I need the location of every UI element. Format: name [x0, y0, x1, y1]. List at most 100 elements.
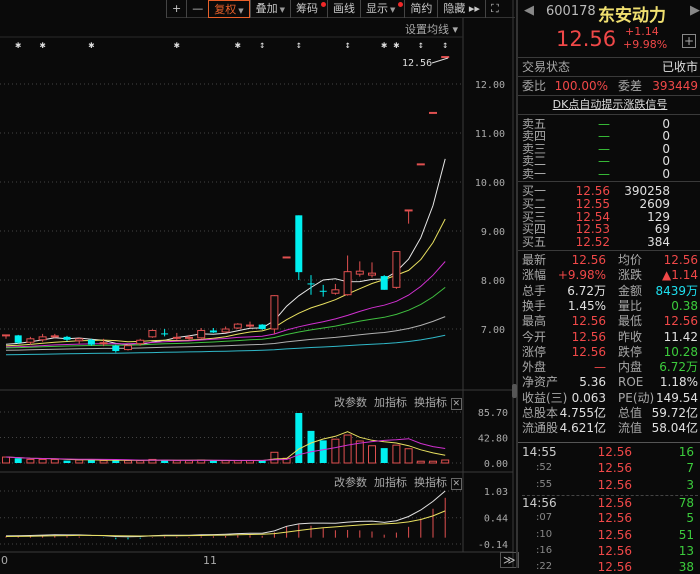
stat-label: 总股本 — [522, 406, 559, 420]
tick-row: :16 12.56 13 — [522, 544, 698, 558]
arrow-marker-icon: ↕ — [296, 40, 302, 51]
tick-time: :07 — [536, 512, 553, 524]
stat-value: 58.04亿 — [651, 421, 698, 436]
candle-body — [355, 270, 364, 275]
tick-price: 12.56 — [597, 461, 632, 476]
candle-body — [221, 328, 230, 333]
stat-value: 0.063 — [571, 390, 606, 405]
date-label: 0 — [1, 554, 8, 567]
ask-row: 卖一 — 0 — [522, 167, 698, 181]
stat-label: 涨跌 — [618, 268, 643, 283]
stat-row: 总股本 4.755亿 总值 59.72亿 — [522, 406, 698, 420]
bid-price: 12.52 — [575, 235, 610, 250]
candle-body — [258, 324, 266, 329]
candle-body — [14, 335, 22, 343]
volume-bar — [14, 458, 22, 463]
stat-row: 流通股 4.621亿 流值 58.04亿 — [522, 421, 698, 435]
stat-value: 1.45% — [567, 298, 606, 313]
tick-row: :07 12.56 5 — [522, 511, 698, 525]
stat-label: 量比 — [618, 298, 643, 313]
stat-label: 最新 — [522, 253, 547, 267]
candle-body — [307, 283, 315, 285]
price-tick-label: 12.00 — [475, 80, 505, 91]
stat-value: 149.54 — [656, 390, 698, 405]
candle-body — [87, 339, 95, 345]
arrow-marker-icon: ↕ — [442, 40, 448, 51]
ma5-line — [5, 158, 446, 346]
volume-tick-label: 42.80 — [478, 434, 508, 445]
switch-indicator-button[interactable]: 换指标 — [414, 396, 447, 409]
change-params-button[interactable]: 改参数 — [334, 396, 367, 409]
candle-body — [404, 209, 413, 212]
volume-ma5-line — [5, 431, 446, 462]
stat-value: 8439万 — [655, 283, 698, 298]
volume-bar — [75, 459, 84, 464]
close-panel-button[interactable]: ✕ — [450, 478, 463, 490]
stat-value: +9.98% — [557, 268, 606, 283]
collapse-handle[interactable] — [512, 384, 517, 398]
stat-value: 4.755亿 — [559, 406, 606, 420]
close-panel-button[interactable]: ✕ — [450, 398, 463, 410]
star-marker-icon: ✱ — [40, 40, 46, 51]
candle-body — [112, 345, 120, 352]
stat-label: 总值 — [618, 406, 643, 420]
stat-value: 11.42 — [663, 329, 698, 344]
tick-time: 14:56 — [522, 495, 557, 510]
candle-body — [197, 329, 206, 339]
order-ratio-label: 委比 — [522, 79, 547, 93]
candle-body — [270, 295, 279, 330]
ma20-line — [5, 261, 446, 348]
volume-bar — [99, 460, 108, 464]
bid-row: 买五 12.52 384 — [522, 235, 698, 249]
tick-price: 12.56 — [597, 560, 632, 574]
order-ratio-value: 100.00% — [554, 79, 608, 93]
tick-time: :16 — [536, 544, 553, 556]
candle-body — [331, 289, 340, 294]
volume-bar — [38, 458, 47, 464]
stat-label: ROE — [618, 375, 644, 390]
trade-status-label: 交易状态 — [522, 60, 571, 74]
tick-row: 14:55 12.56 16 — [522, 445, 698, 459]
last-price-label: 12.56 — [402, 58, 432, 69]
stat-label: 流通股 — [522, 421, 559, 436]
add-indicator-button[interactable]: 加指标 — [374, 396, 407, 409]
change-params-button[interactable]: 改参数 — [334, 476, 367, 489]
tick-price: 12.56 — [597, 543, 632, 558]
stat-row: 净资产 5.36 ROE 1.18% — [522, 375, 698, 389]
stat-label: 净资产 — [522, 375, 559, 390]
volume-bar — [87, 460, 95, 463]
stat-label: 收益(三) — [522, 390, 568, 405]
tick-volume: 7 — [686, 461, 694, 476]
volume-bar — [270, 451, 279, 464]
star-marker-icon: ✱ — [235, 40, 241, 51]
tick-price: 12.56 — [597, 477, 632, 492]
tick-price: 12.56 — [597, 527, 632, 542]
price-tick-label: 9.00 — [481, 227, 505, 238]
signal-link[interactable]: DK点自动提示涨跌信号 — [522, 98, 698, 112]
stat-value: 12.56 — [663, 314, 698, 329]
arrow-marker-icon: ↕ — [259, 40, 265, 51]
volume-bar — [319, 440, 327, 463]
price-tick-label: 11.00 — [475, 129, 505, 140]
stat-label: 最高 — [522, 314, 547, 329]
candle-body — [429, 111, 437, 114]
stat-row: 涨停 12.56 跌停 10.28 — [522, 345, 698, 359]
switch-indicator-button[interactable]: 换指标 — [414, 476, 447, 489]
candle-body — [233, 323, 242, 329]
volume-bar — [172, 460, 181, 464]
candle-body — [282, 256, 291, 259]
volume-bar — [416, 460, 425, 464]
next-stock-arrow-icon[interactable]: ▶ — [690, 3, 700, 18]
add-watchlist-button[interactable]: + — [682, 34, 696, 48]
star-marker-icon: ✱ — [393, 40, 399, 51]
stat-value: 0.38 — [671, 298, 698, 313]
stat-value: 12.56 — [571, 329, 606, 344]
volume-ma10-line — [5, 438, 446, 461]
stat-value: 1.18% — [659, 375, 698, 390]
volume-bar — [26, 458, 35, 464]
prev-stock-arrow-icon[interactable]: ◀ — [524, 3, 534, 18]
price-change-pct: +9.98% — [623, 38, 668, 51]
add-indicator-button[interactable]: 加指标 — [374, 476, 407, 489]
stat-value: — — [594, 360, 606, 375]
stat-label: 换手 — [522, 298, 547, 313]
